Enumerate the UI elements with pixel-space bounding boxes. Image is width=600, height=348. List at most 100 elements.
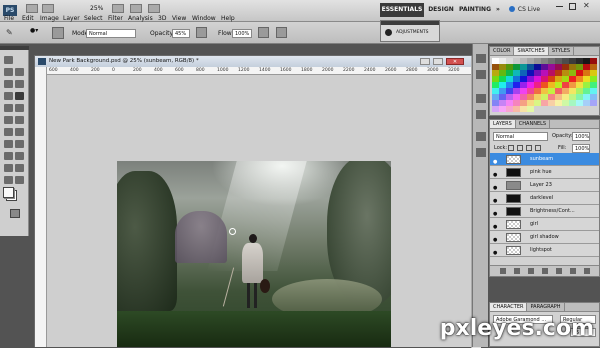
quick-selection-tool-icon[interactable]	[4, 80, 13, 88]
brush-tool-preset-icon[interactable]: ✎	[6, 28, 18, 38]
delete-layer-icon[interactable]	[584, 268, 590, 274]
color-swatch[interactable]	[492, 106, 499, 112]
arrange-documents-icon[interactable]	[130, 4, 142, 13]
adjustments-label[interactable]: ADJUSTMENTS	[396, 30, 428, 35]
color-swatch[interactable]	[541, 100, 548, 106]
shape-tool-icon[interactable]	[4, 164, 13, 172]
tab-layers[interactable]: LAYERS	[490, 120, 516, 128]
minibridge-icon[interactable]	[42, 4, 54, 13]
brush-panel-toggle-icon[interactable]	[476, 148, 486, 157]
new-group-icon[interactable]	[556, 268, 562, 274]
new-layer-icon[interactable]	[570, 268, 576, 274]
visibility-eye-icon[interactable]: ●	[493, 156, 500, 165]
tab-styles[interactable]: STYLES	[549, 47, 575, 55]
crop-tool-icon[interactable]	[15, 80, 24, 88]
color-swatch[interactable]	[520, 106, 527, 112]
brush-tool-icon[interactable]	[15, 92, 24, 100]
flow-field[interactable]: 100%	[232, 29, 252, 38]
canvas-area[interactable]	[47, 75, 471, 347]
color-swatch[interactable]	[499, 106, 506, 112]
menu-analysis[interactable]: Analysis	[128, 15, 153, 22]
actions-panel-icon[interactable]	[476, 70, 486, 79]
brush-size-picker[interactable]: ●▾	[30, 27, 46, 39]
lock-pixels-icon[interactable]	[517, 145, 523, 151]
hand-tool-icon[interactable]	[4, 176, 13, 184]
marquee-tool-icon[interactable]	[4, 68, 13, 76]
color-swatch[interactable]	[562, 100, 569, 106]
color-swatch[interactable]	[548, 100, 555, 106]
brush-panel-icon[interactable]	[52, 27, 64, 39]
visibility-eye-icon[interactable]: ●	[493, 169, 500, 178]
tab-color[interactable]: COLOR	[490, 47, 515, 55]
layer-row[interactable]: ● Brightness/Cont...	[490, 205, 599, 218]
minimize-icon[interactable]	[556, 6, 563, 7]
tool-presets-icon[interactable]	[476, 94, 486, 103]
gradient-tool-icon[interactable]	[4, 128, 13, 136]
fill-field[interactable]: 100%	[572, 144, 590, 153]
canvas-image[interactable]	[117, 161, 391, 347]
lasso-tool-icon[interactable]	[15, 68, 24, 76]
menu-3d[interactable]: 3D	[158, 15, 166, 22]
color-swatch[interactable]	[506, 106, 513, 112]
3d-rotate-tool-icon[interactable]	[15, 164, 24, 172]
lock-transparency-icon[interactable]	[508, 145, 514, 151]
workspace-design[interactable]: DESIGN	[427, 3, 455, 17]
layer-style-icon[interactable]	[514, 268, 520, 274]
tab-paragraph[interactable]: PARAGRAPH	[527, 303, 565, 311]
path-selection-tool-icon[interactable]	[15, 152, 24, 160]
blend-mode-select[interactable]: Normal	[493, 132, 548, 141]
add-mask-icon[interactable]	[528, 268, 534, 274]
menu-image[interactable]: Image	[40, 15, 59, 22]
visibility-eye-icon[interactable]: ●	[493, 234, 500, 243]
workspace-essentials[interactable]: ESSENTIALS	[380, 3, 424, 17]
adjustment-layer-icon[interactable]	[542, 268, 548, 274]
menu-filter[interactable]: Filter	[108, 15, 123, 22]
swatch-grid[interactable]	[490, 56, 599, 114]
blur-tool-icon[interactable]	[15, 128, 24, 136]
color-swatch[interactable]	[527, 106, 534, 112]
move-tool-icon[interactable]	[4, 56, 13, 64]
layer-row[interactable]: ● Layer 23	[490, 179, 599, 192]
cslive-button[interactable]: CS Live	[516, 3, 542, 17]
tab-channels[interactable]: CHANNELS	[516, 120, 551, 128]
brush-presets-icon[interactable]	[476, 110, 486, 119]
healing-tool-icon[interactable]	[4, 104, 13, 112]
pen-tool-icon[interactable]	[15, 140, 24, 148]
workspace-painting[interactable]: PAINTING	[458, 3, 492, 17]
eraser-tool-icon[interactable]	[15, 116, 24, 124]
zoom-level[interactable]: 25%	[90, 5, 103, 12]
color-swatch[interactable]	[569, 100, 576, 106]
close-icon[interactable]: ✕	[583, 1, 590, 10]
document-tab[interactable]: New Park Background.psd @ 25% (sunbeam, …	[35, 56, 471, 67]
menu-file[interactable]: File	[4, 15, 14, 22]
type-tool-icon[interactable]	[4, 152, 13, 160]
screen-mode-icon[interactable]	[148, 4, 160, 13]
doc-minimize-icon[interactable]	[420, 58, 430, 65]
menu-window[interactable]: Window	[192, 15, 216, 22]
doc-close-icon[interactable]: ✕	[446, 58, 464, 65]
tab-character[interactable]: CHARACTER	[490, 303, 528, 311]
airbrush-icon[interactable]	[258, 27, 269, 38]
layer-row[interactable]: ● lightspot	[490, 244, 599, 257]
dodge-tool-icon[interactable]	[4, 140, 13, 148]
menu-view[interactable]: View	[172, 15, 186, 22]
pressure-opacity-icon[interactable]	[196, 27, 207, 38]
menu-select[interactable]: Select	[84, 15, 103, 22]
history-brush-tool-icon[interactable]	[4, 116, 13, 124]
link-layers-icon[interactable]	[500, 268, 506, 274]
bridge-icon[interactable]	[26, 4, 38, 13]
mode-select[interactable]: Normal	[86, 29, 136, 38]
doc-maximize-icon[interactable]	[433, 58, 443, 65]
layer-row[interactable]: ● pink hue	[490, 166, 599, 179]
color-swatch[interactable]	[576, 100, 583, 106]
visibility-eye-icon[interactable]: ●	[493, 182, 500, 191]
maximize-icon[interactable]	[569, 3, 576, 10]
workspace-more[interactable]: »	[494, 3, 502, 17]
zoom-tool-icon[interactable]	[15, 176, 24, 184]
history-panel-icon[interactable]	[476, 54, 486, 63]
visibility-eye-icon[interactable]: ●	[493, 221, 500, 230]
visibility-eye-icon[interactable]: ●	[493, 247, 500, 256]
opacity-field[interactable]: 45%	[172, 29, 190, 38]
layer-row[interactable]: ● girl	[490, 218, 599, 231]
layer-opacity-field[interactable]: 100%	[572, 132, 590, 141]
